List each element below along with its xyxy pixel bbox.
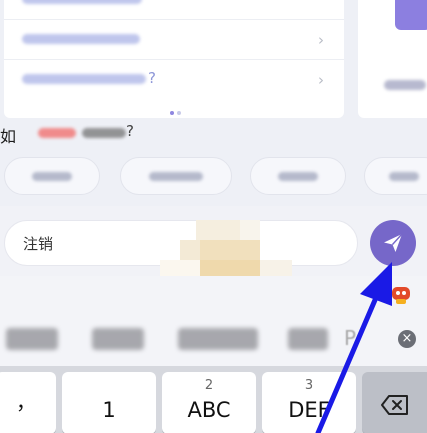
chip-text [149, 172, 203, 181]
question-lead: 如 [0, 127, 17, 146]
faq-item-question-mark: ? [148, 69, 156, 87]
key-2-abc[interactable]: 2 ABC [162, 372, 256, 433]
carousel-dot-active [170, 111, 174, 115]
carousel-dot [177, 111, 181, 115]
chevron-right-icon: › [318, 71, 324, 89]
question-tail [82, 128, 126, 138]
paper-plane-icon [384, 233, 403, 252]
faq-item-text [22, 0, 142, 4]
candidate-partial: P [344, 326, 357, 350]
suggestion-chip[interactable] [4, 157, 100, 195]
suggestion-chip[interactable] [120, 157, 232, 195]
faq-card: › ? › [4, 0, 344, 118]
chip-text [389, 172, 419, 181]
question-highlight [38, 128, 76, 138]
side-card[interactable] [358, 0, 427, 118]
candidate-word[interactable] [6, 328, 58, 350]
suggestion-chip[interactable] [250, 157, 346, 195]
faq-item[interactable]: ? › [4, 60, 344, 100]
candidate-bar: P × [0, 312, 427, 366]
faq-item[interactable] [4, 0, 344, 20]
faq-item[interactable]: › [4, 20, 344, 60]
keyboard-toolbar [0, 276, 427, 312]
keyboard: ， 1 2 ABC 3 DEF [0, 366, 427, 433]
chevron-right-icon: › [318, 31, 324, 49]
folder-icon [395, 0, 427, 30]
key-1[interactable]: 1 [62, 372, 156, 433]
delete-key[interactable] [362, 372, 427, 433]
suggestion-chip[interactable] [364, 157, 427, 195]
faq-item-text [22, 74, 146, 84]
backspace-icon [381, 395, 408, 415]
side-card-text [384, 80, 426, 90]
message-input-value: 注销 [23, 234, 54, 253]
chip-text [278, 172, 318, 181]
send-button[interactable] [370, 220, 416, 266]
question-title: 如 ? [0, 120, 427, 146]
close-icon[interactable]: × [398, 330, 416, 348]
suggestion-chips [0, 157, 427, 195]
key-3-def[interactable]: 3 DEF [262, 372, 356, 433]
candidate-word[interactable] [178, 328, 258, 350]
keyboard-skin-icon[interactable] [389, 284, 413, 306]
key-punctuation[interactable]: ， [0, 372, 56, 433]
carousel-dots [170, 111, 181, 115]
candidate-word[interactable] [288, 328, 328, 350]
faq-item-text [22, 34, 140, 44]
question-mark: ? [126, 122, 134, 140]
chip-text [32, 172, 72, 181]
candidate-word[interactable] [92, 328, 144, 350]
